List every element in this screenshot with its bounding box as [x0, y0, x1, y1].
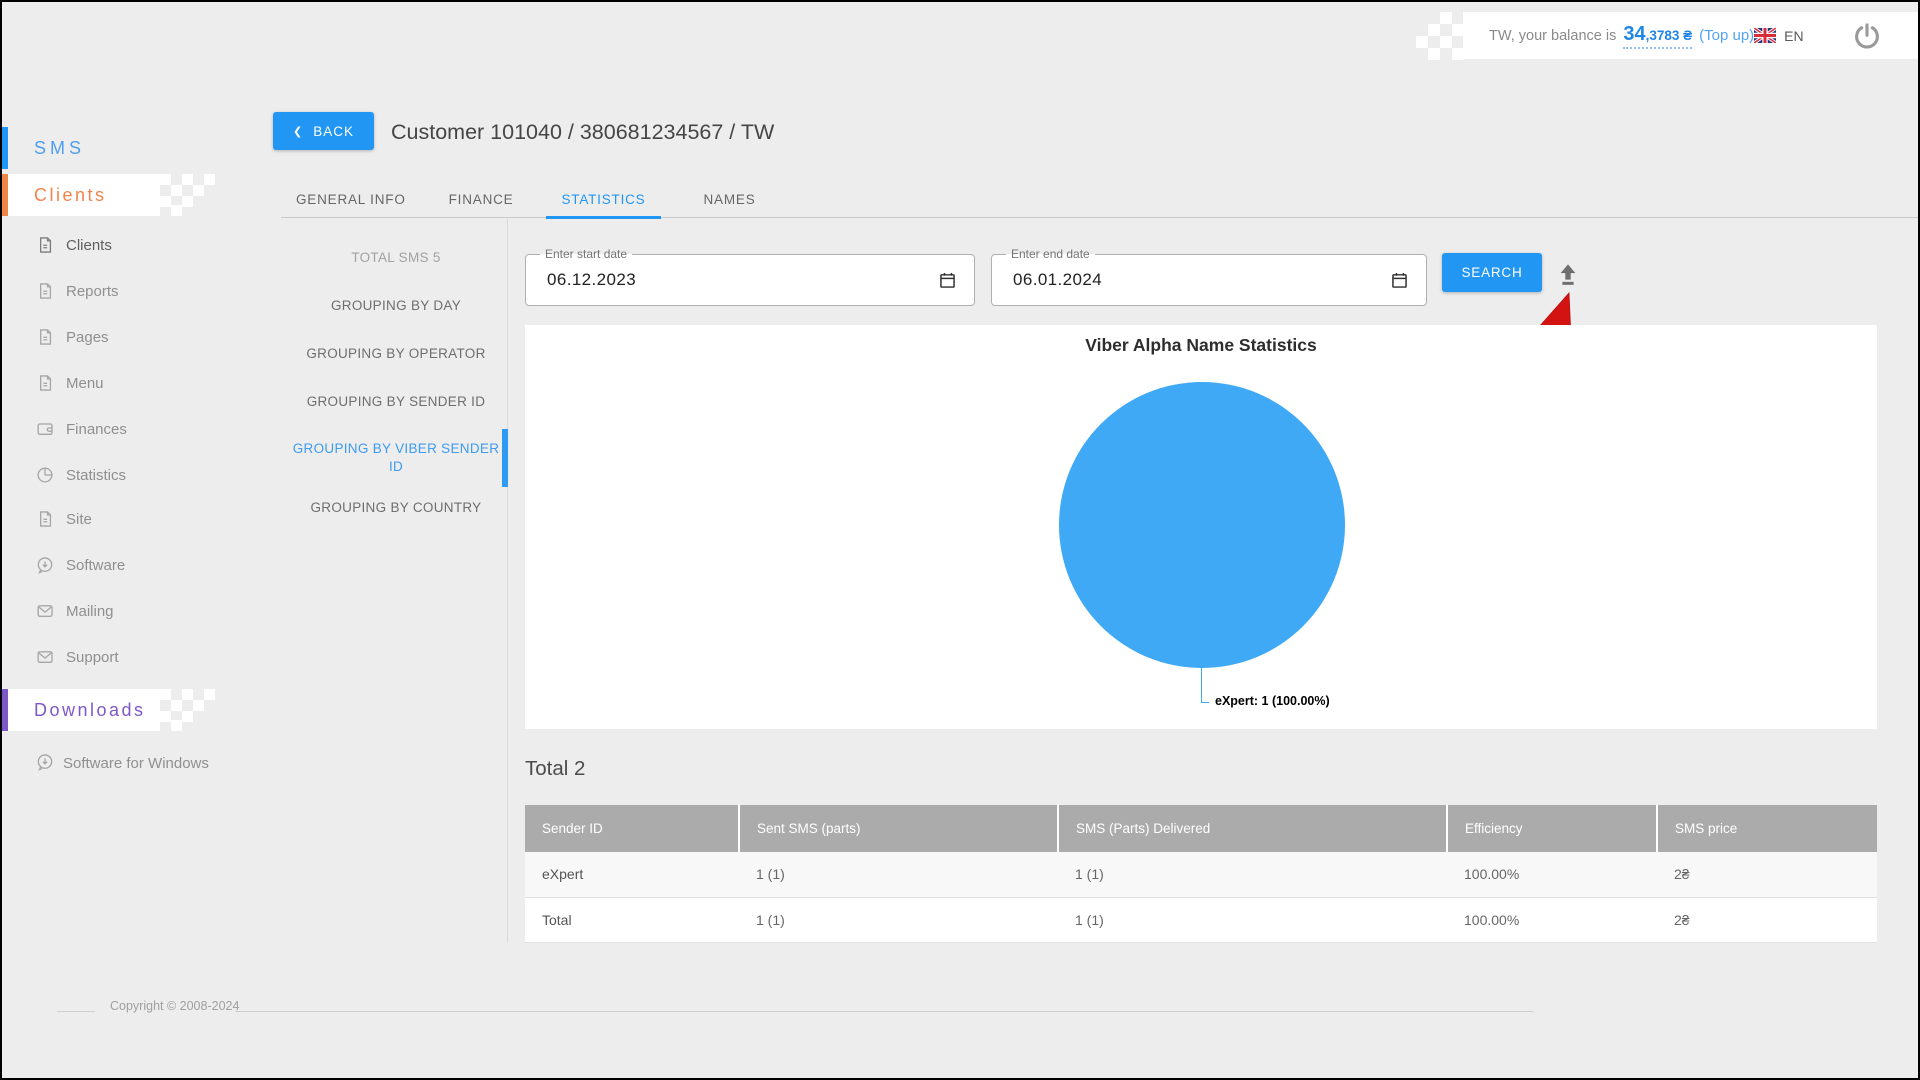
sidebar-item-software-for-windows[interactable]: Software for Windows [30, 751, 220, 777]
sidebar-section-sms[interactable]: SMS [2, 127, 282, 169]
footer-divider [235, 1011, 1533, 1012]
calendar-icon[interactable] [937, 270, 958, 291]
sidebar-item-pages[interactable]: Pages [2, 314, 282, 360]
end-date-label: Enter end date [1006, 247, 1095, 262]
wallet-icon [35, 419, 55, 439]
sidebar-section-sms-label: SMS [34, 137, 86, 158]
copyright-text: Copyright © 2008-2024 [110, 999, 240, 1013]
end-date-input[interactable] [1013, 270, 1389, 290]
subnav-total-sms: TOTAL SMS 5 [351, 250, 441, 265]
balance-prefix: TW, your balance is [1489, 27, 1617, 44]
balance-fraction: ,3783 ₴ [1645, 27, 1693, 43]
envelope-icon [35, 647, 55, 667]
sidebar-item-finances[interactable]: Finances [2, 406, 282, 452]
table-row-total: Total 1 (1) 1 (1) 100.00% 2₴ [525, 897, 1877, 943]
sidebar-section-clients[interactable]: Clients [2, 174, 160, 216]
app-window: TW, your balance is 34,3783 ₴ (Top up) E… [0, 0, 1920, 1080]
pixel-decoration [1416, 12, 1464, 60]
subnav-grouping-by-sender-id[interactable]: GROUPING BY SENDER ID [287, 393, 505, 411]
sidebar-item-site[interactable]: Site [2, 496, 282, 542]
sidebar-item-menu[interactable]: Menu [2, 360, 282, 406]
start-date-field[interactable]: Enter start date [525, 247, 975, 306]
sidebar-item-clients[interactable]: Clients [2, 222, 282, 268]
sms-accent-bar [2, 127, 8, 169]
end-date-field[interactable]: Enter end date [991, 247, 1427, 306]
uk-flag-icon [1754, 28, 1777, 43]
table-header-row: Sender ID Sent SMS (parts) SMS (Parts) D… [525, 805, 1877, 852]
document-icon-label: Clients [66, 236, 112, 254]
pie-chart-icon [35, 465, 55, 485]
downloads-accent-bar [2, 689, 8, 731]
envelope-icon [35, 601, 55, 621]
col-efficiency: Efficiency [1447, 805, 1658, 852]
language-selector[interactable]: EN [1754, 27, 1804, 44]
pixel-decoration [160, 174, 215, 216]
results-total-heading: Total 2 [525, 757, 586, 780]
download-icon [35, 555, 55, 575]
col-sent-sms: Sent SMS (parts) [739, 805, 1059, 852]
subnav-active-indicator [502, 429, 508, 487]
tab-general-info[interactable]: GENERAL INFO [281, 183, 421, 219]
pixel-decoration [160, 689, 215, 731]
download-icon [35, 752, 55, 772]
subnav-divider [507, 219, 508, 942]
pie-slice-label: eXpert: 1 (100.00%) [1215, 694, 1330, 708]
page-title: Customer 101040 / 380681234567 / TW [391, 120, 775, 144]
sidebar-section-clients-label: Clients [34, 184, 107, 205]
sidebar-item-mailing[interactable]: Mailing [2, 588, 282, 634]
sidebar-item-reports[interactable]: Reports [2, 268, 282, 314]
clients-accent-bar [2, 174, 8, 216]
tab-bar: GENERAL INFO FINANCE STATISTICS NAMES [281, 183, 1918, 219]
start-date-input[interactable] [547, 270, 937, 290]
subnav-grouping-by-viber-sender-id[interactable]: GROUPING BY VIBER SENDER ID [287, 440, 505, 476]
pie-label-connector [1201, 668, 1202, 702]
subnav-grouping-by-operator[interactable]: GROUPING BY OPERATOR [287, 345, 505, 363]
sidebar-item-software[interactable]: Software [2, 542, 282, 588]
document-icon [35, 509, 55, 529]
logout-power-button[interactable] [1852, 21, 1882, 51]
subnav-grouping-by-day[interactable]: GROUPING BY DAY [287, 297, 505, 315]
tab-names[interactable]: NAMES [689, 183, 771, 219]
table-row-expert: eXpert 1 (1) 1 (1) 100.00% 2₴ [525, 852, 1877, 898]
topbar: TW, your balance is 34,3783 ₴ (Top up) E… [1463, 12, 1918, 59]
tab-finance[interactable]: FINANCE [434, 183, 529, 219]
balance-amount-link[interactable]: 34,3783 ₴ [1623, 22, 1693, 49]
chevron-left-icon: ❮ [293, 125, 304, 138]
power-icon [1854, 22, 1879, 48]
back-button[interactable]: ❮ BACK [273, 112, 374, 150]
col-sender-id: Sender ID [525, 805, 740, 852]
language-label: EN [1784, 27, 1804, 44]
balance-whole: 34 [1623, 22, 1646, 45]
sidebar-item-statistics[interactable]: Statistics [2, 452, 282, 498]
subnav-grouping-by-country[interactable]: GROUPING BY COUNTRY [287, 499, 505, 517]
sidebar-section-downloads[interactable]: Downloads [2, 689, 160, 731]
results-table: Sender ID Sent SMS (parts) SMS (Parts) D… [525, 805, 1877, 943]
calendar-icon[interactable] [1389, 270, 1410, 291]
footer-divider [57, 1011, 95, 1012]
pie-label-connector [1201, 702, 1209, 703]
col-sms-price: SMS price [1657, 805, 1877, 852]
chart-title: Viber Alpha Name Statistics [1085, 335, 1317, 355]
tab-statistics[interactable]: STATISTICS [546, 183, 661, 219]
top-up-link[interactable]: (Top up) [1699, 27, 1754, 44]
start-date-label: Enter start date [540, 247, 633, 262]
chart-panel: Viber Alpha Name Statistics eXpert: 1 (1… [525, 325, 1877, 729]
sidebar-section-downloads-label: Downloads [34, 699, 146, 720]
pie-slice-expert[interactable] [1059, 382, 1345, 668]
sidebar-item-support[interactable]: Support [2, 634, 282, 680]
col-sms-delivered: SMS (Parts) Delivered [1058, 805, 1448, 852]
